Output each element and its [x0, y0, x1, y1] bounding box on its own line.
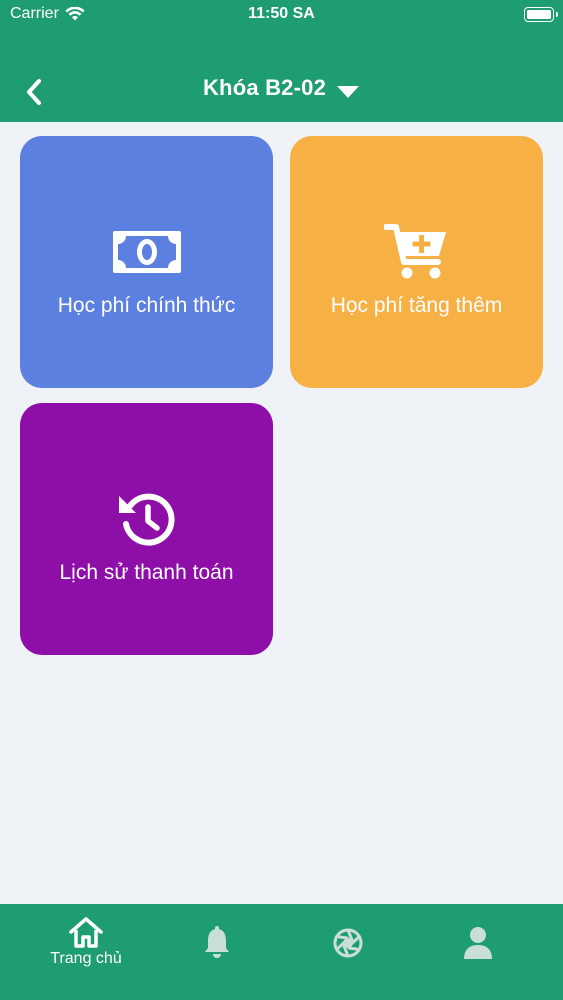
battery-level [527, 10, 551, 19]
status-bar: Carrier 11:50 SA [0, 0, 563, 30]
tile-label: Học phí chính thức [57, 294, 236, 317]
nav-item-camera[interactable] [278, 904, 418, 1000]
tuition-official-tile[interactable]: Học phí chính thức [20, 136, 273, 388]
app-screen: Carrier 11:50 SA Khóa B2-02 Học phí chín… [0, 0, 563, 1000]
nav-label-home: Trang chủ [50, 950, 122, 967]
home-icon [69, 917, 103, 948]
bottom-nav: Trang chủ [0, 904, 563, 1000]
money-bill-icon [112, 231, 181, 273]
nav-item-notifications[interactable] [147, 904, 287, 1000]
status-time: 11:50 SA [248, 5, 315, 22]
tuition-extra-tile[interactable]: Học phí tăng thêm [290, 136, 543, 388]
header-bar: Carrier 11:50 SA Khóa B2-02 [0, 0, 563, 122]
page-title: Khóa B2-02 [202, 75, 327, 100]
nav-item-home[interactable]: Trang chủ [16, 904, 156, 1000]
aperture-icon [333, 928, 363, 958]
course-selector[interactable]: Khóa B2-02 [0, 73, 563, 103]
user-icon [464, 927, 492, 959]
tile-label: Học phí tăng thêm [330, 294, 503, 317]
bell-icon [205, 926, 229, 958]
caret-down-icon [337, 86, 360, 98]
battery-icon [524, 7, 558, 22]
history-icon [118, 493, 175, 546]
cart-plus-icon [383, 224, 446, 279]
payment-history-tile[interactable]: Lịch sử thanh toán [20, 403, 273, 655]
nav-item-profile[interactable] [408, 904, 548, 1000]
tile-label: Lịch sử thanh toán [59, 561, 234, 584]
